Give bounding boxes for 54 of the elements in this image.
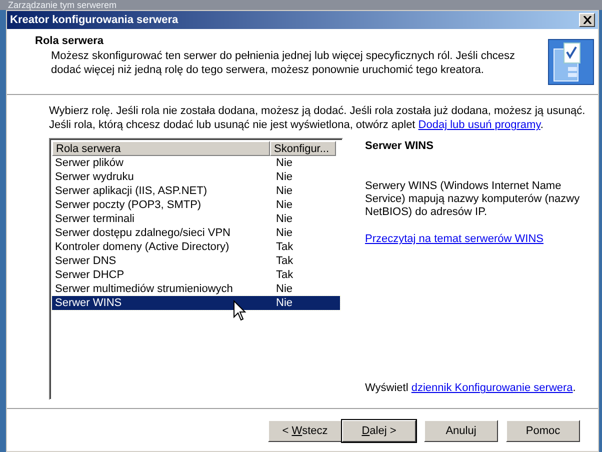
wizard-checklist-icon: [548, 39, 594, 86]
configured-value: Nie: [275, 198, 294, 212]
configured-value: Nie: [275, 282, 294, 296]
role-row[interactable]: Serwer wydruku Nie: [52, 170, 340, 184]
column-header[interactable]: Skonfigur...: [270, 141, 336, 156]
configured-value: Nie: [275, 296, 294, 310]
configured-value: Nie: [275, 226, 294, 240]
log-link[interactable]: dziennik Konfigurowanie serwera: [411, 382, 573, 394]
close-icon: [582, 16, 592, 24]
configured-value: Nie: [275, 156, 294, 170]
role-name: Serwer plików: [55, 156, 124, 170]
role-name: Serwer DNS: [55, 254, 118, 268]
background-window-title: Zarządzanie tym serwerem: [8, 0, 118, 10]
role-name: Kontroler domeny (Active Directory): [55, 240, 230, 254]
role-name: Serwer poczty (POP3, SMTP): [55, 198, 202, 212]
role-row[interactable]: Serwer terminali Nie: [52, 212, 340, 226]
wizard-button[interactable]: Pomoc: [506, 420, 580, 442]
role-row[interactable]: Serwer dostępu zdalnego/sieci VPN Nie: [52, 226, 340, 240]
details-title: Serwer WINS: [365, 140, 434, 152]
page-title: Rola serwera: [35, 35, 104, 48]
role-row[interactable]: Serwer DHCP Tak: [52, 268, 340, 282]
role-row[interactable]: Serwer aplikacji (IIS, ASP.NET) Nie: [52, 184, 340, 198]
role-name: Serwer WINS: [55, 296, 123, 310]
role-row[interactable]: Serwer poczty (POP3, SMTP) Nie: [52, 198, 340, 212]
configured-value: Nie: [275, 212, 294, 226]
role-row[interactable]: Serwer DNS Tak: [52, 254, 340, 268]
wizard-button[interactable]: Anuluj: [424, 420, 498, 442]
configured-value: Tak: [275, 240, 294, 254]
role-name: Serwer DHCP: [55, 268, 126, 282]
read-more-link[interactable]: Przeczytaj na temat serwerów WINS: [365, 233, 544, 246]
window-title: Kreator konfigurowania serwera: [10, 14, 178, 26]
role-name: Serwer dostępu zdalnego/sieci VPN: [55, 226, 232, 240]
log-text: Wyświetl dziennik Konfigurowanie serwera.: [365, 382, 577, 394]
role-row[interactable]: Serwer WINS Nie: [52, 296, 340, 310]
configured-value: Tak: [275, 254, 294, 268]
configured-value: Tak: [275, 268, 294, 282]
role-name: Serwer wydruku: [55, 170, 135, 184]
page-description: Możesz skonfigurować ten serwer do pełnienia jednej lub więcej specyficznych ról. Jeśli chcesz dodać więcej niż jedną rolę do tego serwera, możesz ponownie uruchomić tego kreatora.: [50, 49, 516, 78]
role-row[interactable]: Kontroler domeny (Active Directory) Tak: [52, 240, 340, 254]
role-name: Serwer multimediów strumieniowych: [55, 282, 234, 296]
role-name: Serwer aplikacji (IIS, ASP.NET): [55, 184, 208, 198]
add-remove-programs-link[interactable]: Dodaj lub usuń programy: [418, 119, 540, 132]
instructions-text: Wybierz rolę. Jeśli rola nie została dodana, możesz ją dodać. Jeśli rola została już dodana, możesz ją usunąć. Jeśli rola, którą chcesz dodać lub usunąć nie jest wyświetlona, otwórz aplet Dodaj lub usuń programy.: [49, 104, 586, 132]
wizard-button[interactable]: < Wstecz: [268, 420, 342, 442]
mouse-pointer-icon: [233, 300, 247, 322]
wizard-button[interactable]: Dalej >: [342, 420, 416, 442]
details-description: Serwery WINS (Windows Internet Name Service) mapują nazwy komputerów (nazwy NetBIOS) do adresów IP.: [365, 180, 580, 220]
role-row[interactable]: Serwer plików Nie: [52, 156, 340, 170]
configured-value: Nie: [275, 170, 294, 184]
role-row[interactable]: Serwer multimediów strumieniowych Nie: [52, 282, 340, 296]
configured-value: Nie: [275, 184, 294, 198]
column-header[interactable]: Rola serwera: [52, 141, 270, 156]
close-button[interactable]: [579, 13, 595, 28]
role-name: Serwer terminali: [55, 212, 136, 226]
